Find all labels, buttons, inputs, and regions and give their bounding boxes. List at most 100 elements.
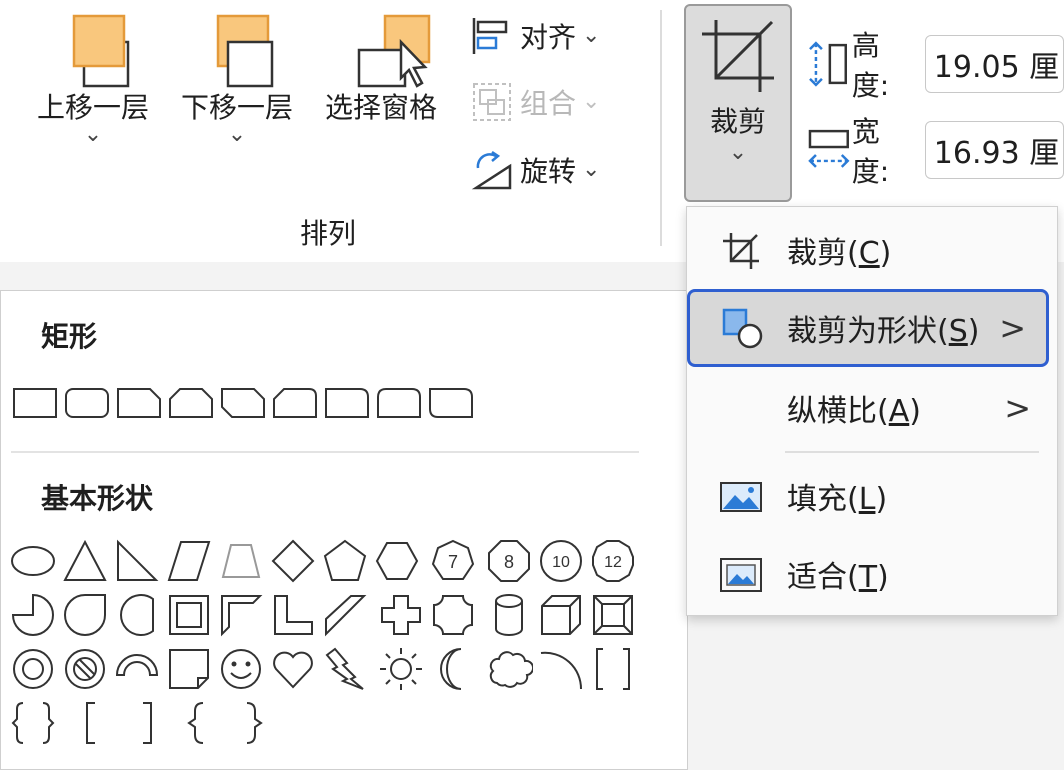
menu-item-aspect-ratio-label: 纵横比(A) (787, 394, 921, 429)
rectangles-title: 矩形 (41, 320, 98, 353)
decagon-label: 10 (552, 554, 570, 571)
width-control: 宽度: 16.93 厘 (806, 110, 1064, 190)
menu-item-aspect-ratio[interactable]: 纵横比(A) > (687, 371, 1057, 445)
snip-single-corner-rectangle-shape[interactable] (115, 379, 163, 427)
pentagon-shape[interactable] (321, 537, 369, 585)
bring-forward-icon (72, 14, 130, 88)
right-bracket-shape[interactable] (123, 699, 171, 747)
chevron-down-icon: ⌄ (582, 157, 601, 182)
group-label: 组合 (520, 87, 577, 120)
decagon-shape[interactable]: 10 (537, 537, 585, 585)
frame-shape[interactable] (165, 591, 213, 639)
bring-forward-button[interactable]: 上移一层 ⌄ (28, 12, 158, 146)
send-backward-icon (216, 14, 274, 88)
hexagon-shape[interactable] (373, 537, 421, 585)
bevel-shape[interactable] (589, 591, 637, 639)
donut-shape[interactable] (9, 645, 57, 693)
menu-item-crop-to-shape[interactable]: 裁剪为形状(S) > (687, 289, 1049, 367)
align-button[interactable]: 对齐 ⌄ (470, 14, 600, 58)
rotate-icon (471, 150, 512, 190)
menu-item-fill[interactable]: 填充(L) (687, 459, 1057, 533)
octagon-label: 8 (504, 552, 514, 572)
octagon-shape[interactable]: 8 (485, 537, 533, 585)
group-separator (660, 10, 662, 246)
chevron-down-icon: ⌄ (582, 89, 601, 114)
rotate-label: 旋转 (520, 155, 577, 188)
send-backward-button[interactable]: 下移一层 ⌄ (172, 12, 302, 146)
crop-dropdown-menu: 裁剪(C) 裁剪为形状(S) > 纵横比(A) > 填充(L) 适合(T) (686, 206, 1058, 616)
folded-corner-shape[interactable] (165, 645, 213, 693)
rectangle-shape[interactable] (11, 379, 59, 427)
heart-shape[interactable] (269, 645, 317, 693)
heptagon-shape[interactable]: 7 (429, 537, 477, 585)
dodecagon-label: 12 (604, 554, 622, 571)
menu-separator (785, 451, 1039, 453)
oval-shape[interactable] (9, 537, 57, 585)
menu-item-fit-label: 适合(T) (787, 560, 889, 595)
dodecagon-shape[interactable]: 12 (589, 537, 637, 585)
selection-pane-button[interactable]: 选择窗格 (316, 12, 446, 124)
l-shape[interactable] (269, 591, 317, 639)
group-button[interactable]: 组合 ⌄ (470, 80, 600, 124)
submenu-arrow-icon: > (1004, 389, 1031, 427)
cross-shape[interactable] (377, 591, 425, 639)
width-input[interactable]: 16.93 厘 (924, 121, 1064, 179)
selection-pane-icon (357, 14, 431, 88)
chevron-down-icon: ⌄ (83, 122, 103, 147)
snip-same-side-corner-rectangle-shape[interactable] (167, 379, 215, 427)
menu-item-fit[interactable]: 适合(T) (687, 537, 1057, 611)
crop-icon (702, 20, 774, 92)
smiley-face-shape[interactable] (217, 645, 265, 693)
chord-shape[interactable] (113, 591, 161, 639)
pie-shape[interactable] (9, 591, 57, 639)
half-frame-shape[interactable] (217, 591, 265, 639)
height-control: 高度: 19.05 厘 (806, 24, 1064, 104)
lightning-bolt-shape[interactable] (321, 645, 369, 693)
teardrop-shape[interactable] (61, 591, 109, 639)
rounded-rectangle-shape[interactable] (63, 379, 111, 427)
sun-shape[interactable] (377, 645, 425, 693)
height-icon (809, 41, 847, 87)
fit-picture-icon (720, 558, 762, 592)
left-brace-shape[interactable] (175, 699, 223, 747)
double-bracket-shape[interactable] (589, 645, 637, 693)
block-arc-shape[interactable] (113, 645, 161, 693)
snip-diagonal-corner-rectangle-shape[interactable] (219, 379, 267, 427)
round-same-side-corner-rectangle-shape[interactable] (375, 379, 423, 427)
width-label: 宽度: (851, 115, 890, 188)
double-brace-shape[interactable] (9, 699, 57, 747)
send-backward-label: 下移一层 (180, 91, 293, 124)
diamond-shape[interactable] (269, 537, 317, 585)
rotate-button[interactable]: 旋转 ⌄ (470, 148, 600, 192)
right-brace-shape[interactable] (227, 699, 275, 747)
basic-shapes-title: 基本形状 (41, 482, 154, 515)
moon-shape[interactable] (429, 645, 477, 693)
menu-item-crop-label: 裁剪(C) (787, 236, 892, 271)
arc-shape[interactable] (537, 645, 585, 693)
isosceles-triangle-shape[interactable] (61, 537, 109, 585)
menu-item-crop[interactable]: 裁剪(C) (687, 213, 1057, 287)
snip-and-round-rectangle-shape[interactable] (271, 379, 319, 427)
plaque-shape[interactable] (429, 591, 477, 639)
trapezoid-shape[interactable] (217, 537, 265, 585)
diagonal-stripe-shape[interactable] (321, 591, 369, 639)
menu-item-fill-label: 填充(L) (787, 482, 888, 517)
crop-to-shape-icon (722, 308, 763, 349)
fill-picture-icon (720, 482, 762, 512)
no-symbol-shape[interactable] (61, 645, 109, 693)
cloud-shape[interactable] (485, 645, 533, 693)
height-input[interactable]: 19.05 厘 (924, 35, 1064, 93)
crop-button[interactable]: 裁剪 ⌄ (684, 4, 792, 202)
cube-shape[interactable] (537, 591, 585, 639)
align-icon (472, 18, 508, 54)
round-diagonal-corner-rectangle-shape[interactable] (427, 379, 475, 427)
category-separator (11, 451, 639, 453)
crop-icon (723, 233, 759, 269)
submenu-arrow-icon: > (999, 309, 1026, 347)
align-label: 对齐 (520, 21, 577, 54)
left-bracket-shape[interactable] (71, 699, 119, 747)
right-triangle-shape[interactable] (113, 537, 161, 585)
parallelogram-shape[interactable] (165, 537, 213, 585)
can-shape[interactable] (485, 591, 533, 639)
round-single-corner-rectangle-shape[interactable] (323, 379, 371, 427)
